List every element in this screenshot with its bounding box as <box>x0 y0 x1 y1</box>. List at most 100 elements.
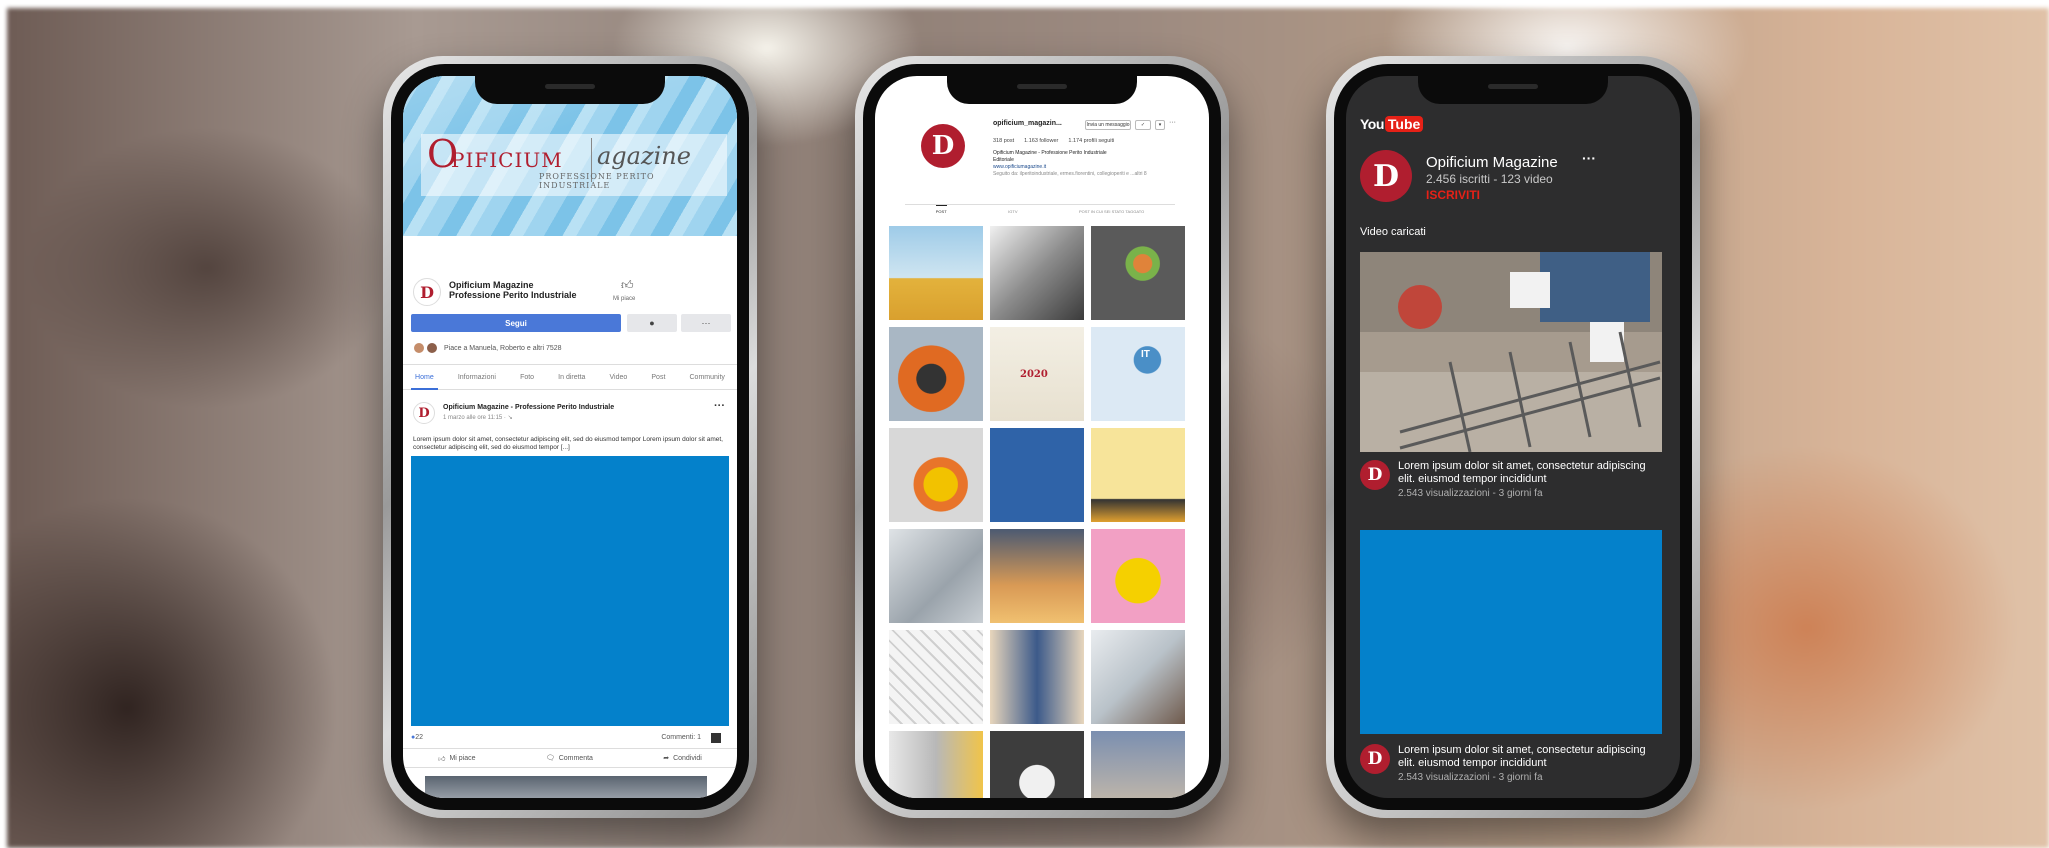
channel-stats: 2.456 iscritti - 123 video <box>1426 172 1553 186</box>
youtube-logo[interactable]: You Tube <box>1360 114 1424 134</box>
profile-stats: 318 post 1.163 follower 1.174 profili se… <box>993 138 1114 144</box>
grid-post[interactable] <box>889 428 983 522</box>
following-count[interactable]: 1.174 profili seguiti <box>1068 138 1114 144</box>
profile-username: opificium_magazin... <box>993 120 1062 127</box>
messenger-button[interactable]: ● <box>627 314 677 332</box>
message-button[interactable]: Invia un messaggio <box>1085 120 1131 130</box>
grid-post[interactable] <box>1091 529 1185 623</box>
post-header: D Opificium Magazine - Professione Perit… <box>413 400 737 430</box>
profile-header: D opificium_magazin... Invia un messaggi… <box>875 114 1209 214</box>
phone-instagram: D opificium_magazin... Invia un messaggi… <box>855 56 1229 818</box>
grid-post[interactable]: 2020 <box>990 327 1084 421</box>
grid-post[interactable] <box>990 529 1084 623</box>
profile-bio: Opificium Magazine - Professione Perito … <box>993 150 1193 178</box>
bio-link[interactable]: www.opificiumagazine.it <box>993 164 1193 171</box>
comment-button[interactable]: 🗨︎ Commenta <box>545 754 593 763</box>
follow-button[interactable]: Segui <box>411 314 621 332</box>
facebook-screen: O PIFICIUM agazine PROFESSIONE PERITO IN… <box>403 76 737 798</box>
tab-home[interactable]: Home <box>411 365 438 390</box>
avatar <box>413 342 425 354</box>
channel-title: Opificium Magazine <box>1426 154 1558 171</box>
tab-info[interactable]: Informazioni <box>458 365 496 389</box>
more-options-icon[interactable]: ··· <box>1169 119 1176 126</box>
followers-count[interactable]: 1.163 follower <box>1024 138 1058 144</box>
phone-youtube: You Tube D Opificium Magazine ··· 2.456 … <box>1326 56 1700 818</box>
share-button[interactable]: ➦ Condividi <box>663 754 702 763</box>
channel-avatar[interactable]: D <box>1360 460 1390 490</box>
channel-avatar[interactable]: D <box>1360 744 1390 774</box>
comments-count[interactable]: Commenti: 1 <box>661 734 701 741</box>
page-avatar[interactable]: D <box>413 278 441 306</box>
channel-avatar[interactable]: D <box>1360 150 1412 202</box>
post-reactions: 22 Commenti: 1 <box>411 732 731 746</box>
grid-post[interactable] <box>1091 226 1185 320</box>
magazine-wordmark: O PIFICIUM agazine PROFESSIONE PERITO IN… <box>427 132 691 190</box>
grid-post[interactable] <box>889 630 983 724</box>
more-options-button[interactable]: ··· <box>681 314 731 332</box>
tab-photos[interactable]: Foto <box>520 365 534 389</box>
chevron-down-icon[interactable]: ▾ <box>1155 120 1165 130</box>
like-page-label[interactable]: Mi piace <box>613 296 635 302</box>
section-title: Video caricati <box>1360 226 1426 238</box>
profile-avatar[interactable]: D <box>921 124 965 168</box>
page-tabs: Home Informazioni Foto In diretta Video … <box>403 364 737 390</box>
tab-tagged[interactable]: POST IN CUI SEI STATO TAGGATO <box>1079 209 1144 214</box>
share-icon: ➦ <box>663 755 670 762</box>
grid-post[interactable] <box>990 226 1084 320</box>
grid-post[interactable] <box>1091 630 1185 724</box>
avatar <box>426 342 438 354</box>
grid-post[interactable]: IT <box>1091 327 1185 421</box>
following-button[interactable]: ✓ <box>1135 120 1151 130</box>
grid-post[interactable] <box>889 731 983 798</box>
reaction-avatar <box>711 733 721 743</box>
post-options-icon[interactable]: ··· <box>714 400 725 412</box>
it-badge: IT <box>1141 349 1150 360</box>
post-avatar[interactable]: D <box>413 402 435 424</box>
page-title: Opificium Magazine Professione Perito In… <box>449 280 577 300</box>
posts-grid: 2020 IT <box>889 226 1191 798</box>
tab-live[interactable]: In diretta <box>558 365 585 389</box>
video-item[interactable]: D Lorem ipsum dolor sit amet, consectetu… <box>1360 744 1660 790</box>
comment-icon: 🗨︎ <box>545 755 555 762</box>
reactions-count[interactable]: 22 <box>411 734 423 741</box>
grid-post[interactable] <box>990 428 1084 522</box>
youtube-screen: You Tube D Opificium Magazine ··· 2.456 … <box>1346 76 1680 798</box>
phone-facebook: O PIFICIUM agazine PROFESSIONE PERITO IN… <box>383 56 757 818</box>
page-header: D Opificium Magazine Professione Perito … <box>413 276 733 310</box>
post-text: Lorem ipsum dolor sit amet, consectetur … <box>413 436 723 451</box>
construction-photo <box>1360 252 1662 452</box>
grid-post[interactable] <box>889 226 983 320</box>
profile-tabs: POST IGTV POST IN CUI SEI STATO TAGGATO <box>905 204 1175 218</box>
video-title[interactable]: Lorem ipsum dolor sit amet, consectetur … <box>1398 744 1658 770</box>
grid-post[interactable] <box>990 731 1084 798</box>
video-title[interactable]: Lorem ipsum dolor sit amet, consectetur … <box>1398 460 1658 486</box>
post-author[interactable]: Opificium Magazine - Professione Perito … <box>443 404 614 411</box>
like-button[interactable]: 👍︎ Mi piace <box>438 754 475 763</box>
video-thumbnail[interactable] <box>1360 530 1662 734</box>
grid-post[interactable] <box>990 630 1084 724</box>
grid-post[interactable] <box>1091 428 1185 522</box>
video-meta: 2.543 visualizzazioni - 3 giorni fa <box>1398 488 1543 499</box>
thumbs-up-icon[interactable]: 👍︎ <box>621 278 634 293</box>
tab-community[interactable]: Community <box>690 365 725 389</box>
phone-notch <box>947 76 1137 104</box>
posts-count: 318 post <box>993 138 1015 144</box>
magazine-cover-year: 2020 <box>1020 369 1048 380</box>
more-options-icon[interactable]: ··· <box>1582 150 1596 166</box>
grid-post[interactable] <box>889 327 983 421</box>
video-item[interactable]: D Lorem ipsum dolor sit amet, consectetu… <box>1360 460 1660 506</box>
grid-post[interactable] <box>1091 731 1185 798</box>
grid-post[interactable] <box>889 529 983 623</box>
tab-videos[interactable]: Video <box>610 365 628 389</box>
tab-posts[interactable]: Post <box>651 365 665 389</box>
post-timestamp: 1 marzo alle ore 11:15 · ↘ <box>443 415 513 421</box>
thumbs-up-icon: 👍︎ <box>438 755 446 763</box>
friends-like-summary: Piace a Manuela, Roberto e altri 7528 <box>413 340 562 356</box>
post-media[interactable] <box>411 456 729 726</box>
channel-header: D Opificium Magazine ··· 2.456 iscritti … <box>1360 150 1660 206</box>
tab-posts[interactable]: POST <box>935 205 947 214</box>
tab-igtv[interactable]: IGTV <box>1008 209 1017 214</box>
subscribe-button[interactable]: ISCRIVITI <box>1426 188 1480 202</box>
phone-notch <box>475 76 665 104</box>
video-thumbnail[interactable] <box>1360 252 1662 452</box>
